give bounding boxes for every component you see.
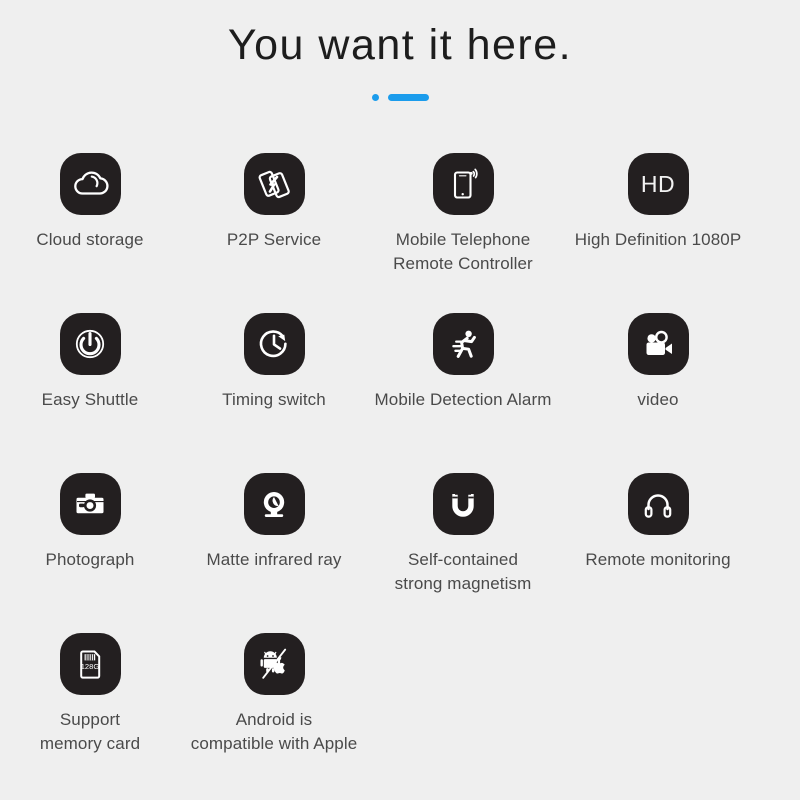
- feature-label: Self-contained strong magnetism: [394, 550, 532, 593]
- page-title: You want it here.: [227, 21, 573, 69]
- hd-badge-icon: HD: [627, 153, 689, 215]
- feature-label: Easy Shuttle: [41, 390, 139, 409]
- feature-label: Timing switch: [222, 390, 326, 409]
- feature-item-cloud-storage[interactable]: Cloud storage: [0, 140, 180, 300]
- feature-label: Mobile Detection Alarm: [374, 390, 552, 409]
- feature-label: Mobile Telephone Remote Controller: [393, 230, 533, 273]
- feature-label: P2P Service: [226, 230, 322, 249]
- page-header: You want it here.: [0, 0, 800, 102]
- sd-card-capacity-label: 128G: [81, 662, 100, 671]
- feature-item-easy-shuttle[interactable]: Easy Shuttle: [0, 300, 180, 460]
- feature-label: video: [637, 390, 679, 409]
- title-divider: [0, 92, 800, 102]
- feature-item-android-apple-compatible[interactable]: Android is compatible with Apple: [180, 620, 368, 782]
- feature-row: Cloud storage P2P Service Mobile Telepho…: [0, 140, 800, 300]
- webcam-icon: [243, 473, 305, 535]
- hd-badge-label: HD: [640, 170, 676, 197]
- magnet-icon: [432, 473, 494, 535]
- sd-memory-card-icon: 128G: [59, 633, 121, 695]
- feature-item-support-memory-card[interactable]: 128G Support memory card: [0, 620, 180, 782]
- divider-dot-icon: [371, 93, 379, 101]
- feature-item-mobile-telephone-remote-controller[interactable]: Mobile Telephone Remote Controller: [368, 140, 558, 300]
- feature-item-photograph[interactable]: Photograph: [0, 460, 180, 620]
- feature-label: Remote monitoring: [585, 550, 731, 569]
- feature-item-p2p-service[interactable]: P2P Service: [180, 140, 368, 300]
- cloud-icon: [59, 153, 121, 215]
- feature-item-matte-infrared-ray[interactable]: Matte infrared ray: [180, 460, 368, 620]
- feature-item-self-contained-strong-magnetism[interactable]: Self-contained strong magnetism: [368, 460, 558, 620]
- clock-timer-arrow-icon: [243, 313, 305, 375]
- p2p-phones-transfer-icon: [243, 153, 305, 215]
- photo-camera-icon: [59, 473, 121, 535]
- movie-camera-icon: [627, 313, 689, 375]
- feature-item-high-definition-1080p[interactable]: HD High Definition 1080P: [558, 140, 758, 300]
- feature-label: Photograph: [45, 550, 135, 569]
- feature-row: Easy Shuttle Timing switch Mobile Detect…: [0, 300, 800, 460]
- feature-item-video[interactable]: video: [558, 300, 758, 460]
- divider-dash-icon: [387, 93, 429, 101]
- headphones-icon: [627, 473, 689, 535]
- feature-item-timing-switch[interactable]: Timing switch: [180, 300, 368, 460]
- feature-highlights-page: You want it here. Cloud storage P2P Serv…: [0, 0, 800, 800]
- feature-row: 128G Support memory card Android is comp…: [0, 620, 800, 782]
- mobile-phone-signal-icon: [432, 153, 494, 215]
- feature-label: Cloud storage: [36, 230, 144, 249]
- feature-label: Android is compatible with Apple: [190, 710, 358, 753]
- feature-row: Photograph Matte infrared ray Self-conta…: [0, 460, 800, 620]
- feature-label: High Definition 1080P: [574, 230, 742, 249]
- feature-grid: Cloud storage P2P Service Mobile Telepho…: [0, 140, 800, 782]
- feature-label: Support memory card: [39, 710, 141, 753]
- feature-item-remote-monitoring[interactable]: Remote monitoring: [558, 460, 758, 620]
- power-button-icon: [59, 313, 121, 375]
- running-person-motion-icon: [432, 313, 494, 375]
- feature-item-mobile-detection-alarm[interactable]: Mobile Detection Alarm: [368, 300, 558, 460]
- feature-label: Matte infrared ray: [206, 550, 342, 569]
- android-apple-compatible-icon: [243, 633, 305, 695]
